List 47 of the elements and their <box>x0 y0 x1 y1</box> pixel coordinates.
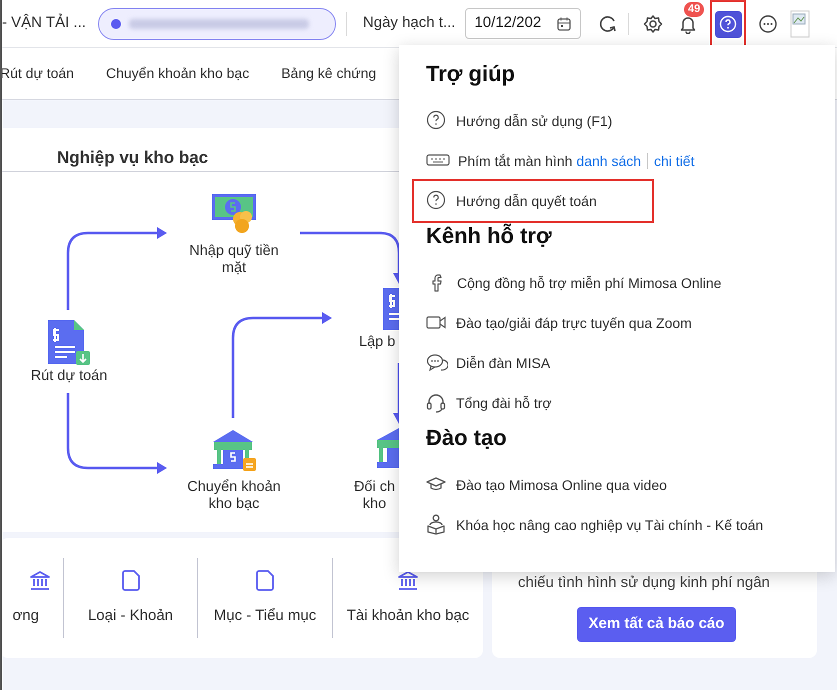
menu-item[interactable]: Đào tạo/giải đáp trực tuyến qua Zoom <box>456 312 692 334</box>
chat-icon <box>426 352 448 374</box>
tab[interactable]: Chuyển khoản kho bạc <box>106 63 250 84</box>
bank-icon[interactable] <box>29 568 51 591</box>
menu-item[interactable]: Hướng dẫn sử dụng (F1) <box>456 110 612 132</box>
menu-item[interactable]: Hướng dẫn quyết toán <box>456 190 597 212</box>
date-label: Ngày hạch t... <box>362 13 456 34</box>
menu-item[interactable]: Diễn đàn MISA <box>456 352 550 374</box>
settings-icon[interactable] <box>643 14 663 34</box>
bank-icon[interactable] <box>211 428 257 472</box>
menu-item[interactable]: Cộng đồng hỗ trợ miễn phí Mimosa Online <box>457 272 722 294</box>
company-name: - VẬN TẢI ... <box>2 12 86 34</box>
catalog-link[interactable]: Tài khoản kho bạc <box>346 604 470 628</box>
calendar-icon[interactable] <box>556 16 572 32</box>
unit-selector[interactable] <box>98 8 336 40</box>
document-download-icon[interactable] <box>46 318 92 366</box>
catalog-link[interactable]: Loại - Khoản <box>88 604 174 628</box>
date-field[interactable]: 10/12/202 <box>465 8 582 39</box>
menu-section-title: Kênh hỗ trợ <box>426 223 553 249</box>
catalog-link[interactable]: ơng <box>12 604 39 628</box>
menu-item[interactable]: Phím tắt màn hình <box>458 150 572 172</box>
help-icon <box>719 15 737 33</box>
menu-section-title: Trợ giúp <box>426 61 516 87</box>
folder-icon[interactable] <box>254 568 276 591</box>
status-dot-icon <box>110 18 121 28</box>
menu-item[interactable]: Khóa học nâng cao nghiệp vụ Tài chính - Kế toán <box>456 514 764 536</box>
report-description: chiếu tình hình sử dụng kinh phí ngân <box>518 574 770 592</box>
menu-item[interactable]: Đào tạo Mimosa Online qua video <box>456 474 667 496</box>
view-reports-button[interactable]: Xem tất cả báo cáo <box>577 607 736 642</box>
help-icon <box>426 110 448 132</box>
menu-section-title: Đào tạo <box>426 425 508 451</box>
catalog-link[interactable]: Mục - Tiểu mục <box>214 604 316 628</box>
shortcut-link[interactable]: danh sách <box>576 150 642 172</box>
section-title: Nghiệp vụ kho bạc <box>57 147 208 169</box>
refresh-icon[interactable] <box>598 14 618 34</box>
folder-icon[interactable] <box>120 568 142 591</box>
headset-icon <box>426 392 448 414</box>
more-icon[interactable] <box>758 14 778 34</box>
help-icon <box>426 190 448 212</box>
avatar-icon[interactable] <box>790 10 810 38</box>
menu-item[interactable]: Tổng đài hỗ trợ <box>456 392 552 414</box>
cash-icon[interactable] <box>211 193 257 235</box>
tab[interactable]: Bảng kê chứng <box>281 63 376 84</box>
shortcut-link[interactable]: chi tiết <box>654 150 694 172</box>
notification-badge: 49 <box>684 2 704 17</box>
help-button[interactable] <box>714 10 742 38</box>
facebook-icon <box>432 274 443 292</box>
